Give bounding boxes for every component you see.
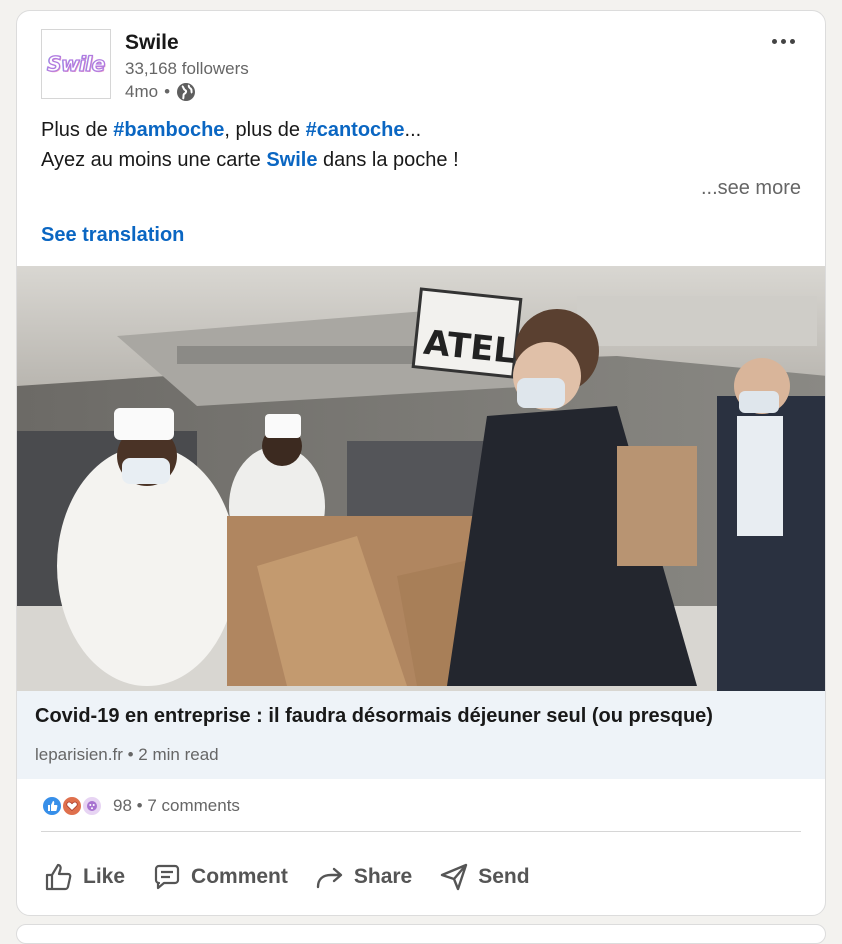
send-button[interactable]: Send: [432, 855, 535, 899]
article-title[interactable]: Covid-19 en entreprise : il faudra désor…: [35, 705, 713, 728]
actions-divider: [41, 831, 801, 832]
post-actions-bar: Like Comment Share Send: [37, 853, 550, 901]
send-icon: [441, 863, 468, 891]
post-options-button[interactable]: [763, 29, 803, 53]
meta-separator: •: [164, 82, 171, 101]
post-text-line-2: Ayez au moins une carte Swile dans la po…: [41, 149, 459, 171]
mention-swile[interactable]: Swile: [266, 149, 317, 171]
love-reaction-icon: [61, 795, 83, 817]
hashtag-cantoche[interactable]: #cantoche: [306, 119, 405, 141]
social-counts[interactable]: 98 • 7 comments: [41, 794, 240, 818]
curious-reaction-icon: [81, 795, 103, 817]
like-label: Like: [83, 865, 126, 888]
count-separator: •: [136, 796, 143, 815]
comment-count[interactable]: 7 comments: [147, 796, 240, 815]
article-source: leparisien.fr • 2 min read: [35, 745, 219, 765]
post-age: 4mo: [125, 82, 159, 101]
send-label: Send: [478, 865, 530, 888]
like-button[interactable]: Like: [37, 855, 131, 899]
author-name[interactable]: Swile: [125, 31, 179, 55]
post-meta: 4mo •: [125, 82, 196, 102]
follower-count: 33,168 followers: [125, 59, 249, 78]
see-more-link[interactable]: ...see more: [701, 177, 801, 200]
post-text: Plus de #bamboche, plus de #cantoche... …: [41, 115, 459, 175]
share-label: Share: [353, 865, 413, 888]
see-translation-link[interactable]: See translation: [41, 224, 184, 247]
feed-post-card: Swile Swile 33,168 followers 4mo • Plus …: [16, 10, 826, 916]
comment-button[interactable]: Comment: [145, 855, 294, 899]
share-button[interactable]: Share: [308, 855, 418, 899]
article-link-card[interactable]: Covid-19 en entreprise : il faudra désor…: [17, 691, 825, 779]
comment-label: Comment: [191, 865, 288, 888]
post-text-line-1: Plus de #bamboche, plus de #cantoche...: [41, 119, 422, 141]
share-arrow-icon: [316, 867, 343, 889]
reaction-count[interactable]: 98: [113, 796, 132, 815]
thumbs-up-icon: [45, 863, 72, 891]
article-photo: ATELIER: [17, 266, 825, 691]
company-logo[interactable]: Swile: [41, 29, 111, 99]
article-domain: leparisien.fr: [35, 745, 123, 764]
source-separator: •: [127, 745, 134, 764]
reaction-comment-counts: 98 • 7 comments: [113, 796, 240, 816]
globe-icon: [177, 83, 196, 101]
like-reaction-icon: [41, 795, 63, 817]
hashtag-bamboche[interactable]: #bamboche: [113, 119, 224, 141]
company-logo-wordmark: Swile: [47, 51, 106, 76]
more-horizontal-icon: [771, 38, 777, 44]
article-image[interactable]: ATELIER: [17, 266, 825, 691]
next-feed-card: [16, 924, 826, 944]
read-time: 2 min read: [138, 745, 219, 764]
comment-icon: [154, 864, 180, 890]
